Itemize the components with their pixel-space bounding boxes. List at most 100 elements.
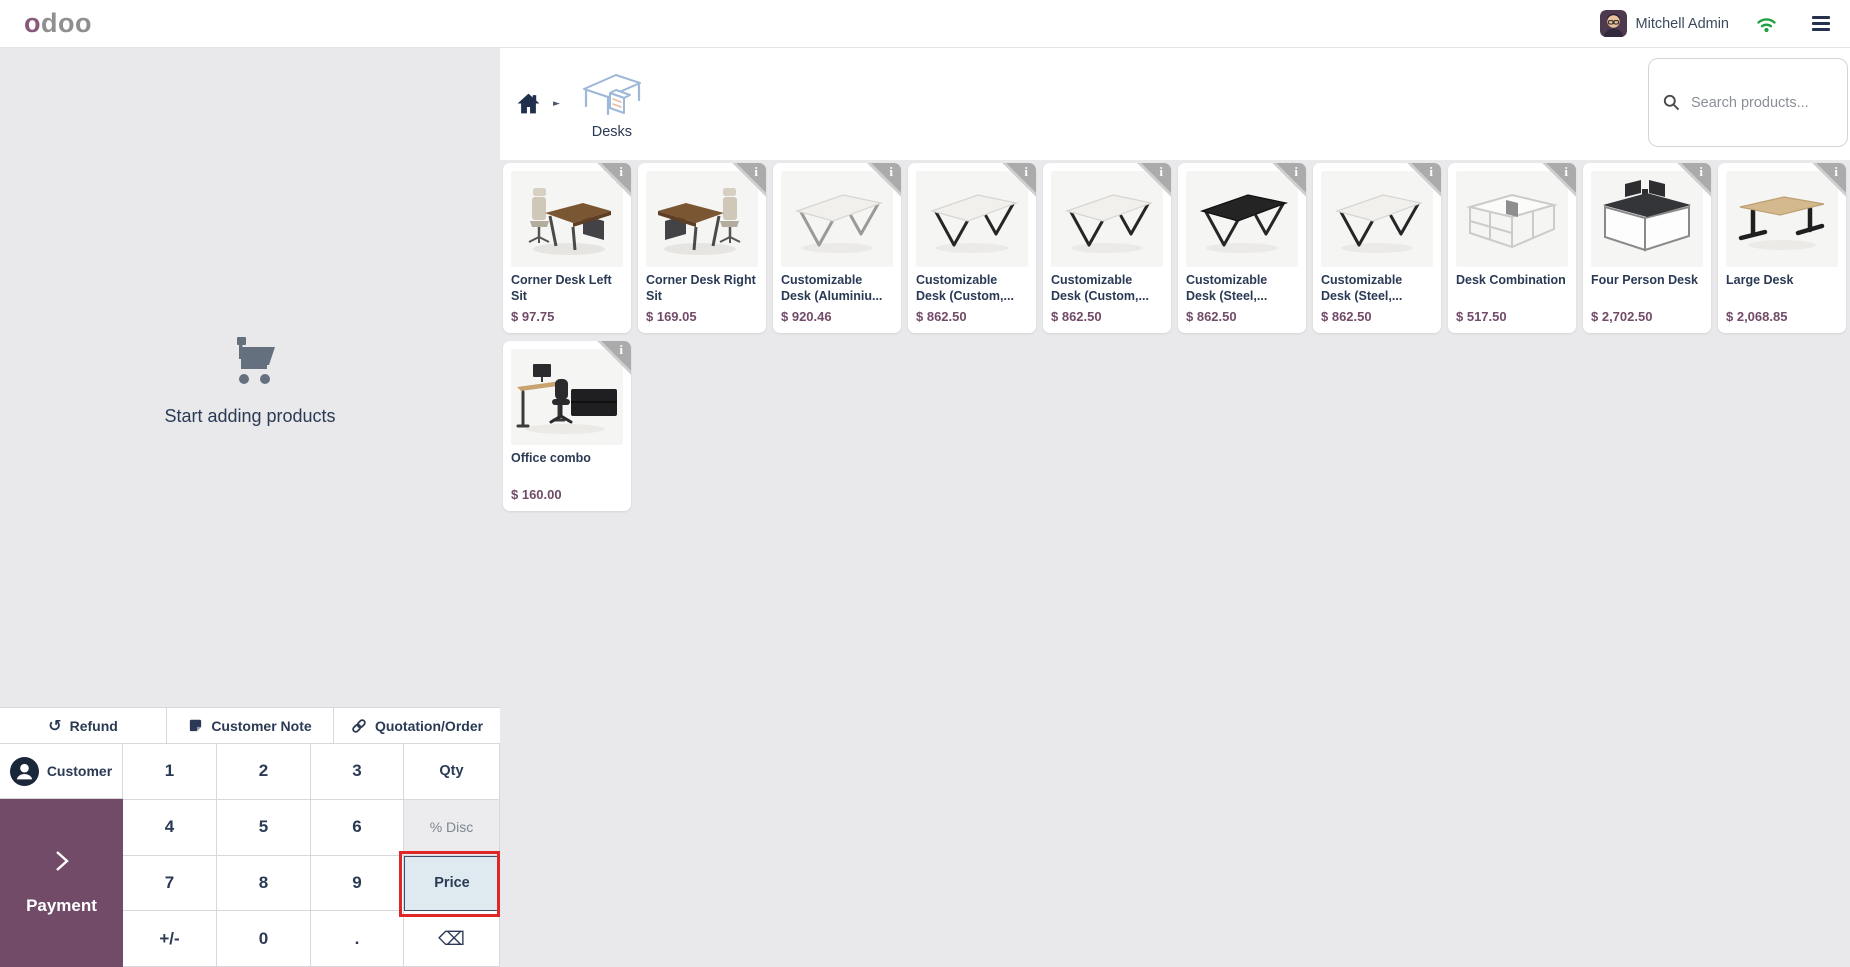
numpad-key-3[interactable]: 3: [311, 744, 404, 800]
product-card[interactable]: i Corner Desk Right Sit $ 169.05: [638, 163, 766, 333]
category-label: Desks: [591, 124, 633, 140]
payment-label: Payment: [26, 896, 97, 915]
customer-button[interactable]: Customer: [0, 744, 123, 799]
link-icon: [352, 718, 366, 733]
info-glyph: i: [889, 164, 893, 179]
numpad-key-1[interactable]: 1: [123, 744, 217, 800]
product-card[interactable]: i Customizable Desk (Aluminiu... $ 920.4…: [773, 163, 901, 333]
odoo-logo: odoo: [24, 10, 92, 37]
numpad-key-9[interactable]: 9: [311, 855, 404, 912]
product-price: $ 517.50: [1456, 309, 1507, 324]
numpad-key-plus-minus[interactable]: +/-: [123, 911, 217, 967]
quotation-order-label: Quotation/Order: [374, 717, 484, 734]
numpad-key-6[interactable]: 6: [311, 799, 404, 856]
product-price: $ 862.50: [1051, 309, 1102, 324]
customer-icon: [9, 756, 39, 786]
product-info-icon[interactable]: i: [1812, 163, 1846, 197]
product-price: $ 862.50: [1186, 309, 1237, 324]
product-info-icon[interactable]: i: [1407, 163, 1441, 197]
customer-label: Customer: [46, 763, 113, 779]
product-name: Corner Desk Right Sit: [646, 273, 756, 303]
numpad-area: Customer Payment 1 2 3 Qty 4 5 6 % Disc …: [0, 744, 500, 967]
product-info-icon[interactable]: i: [597, 163, 631, 197]
product-name: Customizable Desk (Custom,...: [1051, 273, 1149, 303]
shopping-cart-icon: [237, 337, 275, 384]
refund-label: Refund: [69, 717, 118, 734]
numpad-mode-qty[interactable]: Qty: [404, 744, 500, 800]
numpad-grid: 1 2 3 Qty 4 5 6 % Disc 7 8 9 Price +/- 0…: [123, 744, 500, 967]
product-price: $ 2,702.50: [1591, 309, 1653, 324]
empty-cart-message: Start adding products: [164, 406, 336, 426]
hamburger-menu-icon[interactable]: [1808, 12, 1834, 35]
info-glyph: i: [1564, 164, 1568, 179]
numpad-key-decimal[interactable]: .: [311, 911, 404, 967]
product-name: Desk Combination: [1456, 273, 1566, 287]
product-info-icon[interactable]: i: [867, 163, 901, 197]
numpad-backspace-key[interactable]: ⌫: [404, 911, 500, 967]
product-info-icon[interactable]: i: [732, 163, 766, 197]
product-price: $ 862.50: [1321, 309, 1372, 324]
info-glyph: i: [619, 342, 623, 357]
numpad-mode-discount[interactable]: % Disc: [404, 799, 500, 856]
quotation-order-button[interactable]: Quotation/Order: [334, 708, 500, 743]
products-header: ► Desks: [500, 47, 1850, 160]
product-name: Customizable Desk (Aluminiu...: [781, 273, 883, 303]
product-card[interactable]: i Corner Desk Left Sit $ 97.75: [503, 163, 631, 333]
numpad-key-8[interactable]: 8: [217, 855, 311, 912]
product-grid: i Corner Desk Left Sit $ 97.75 i Corner …: [500, 160, 1850, 967]
breadcrumb: ► Desks: [500, 47, 654, 160]
numpad-left-column: Customer Payment: [0, 744, 123, 967]
wifi-status-icon[interactable]: [1755, 15, 1778, 33]
numpad-key-0[interactable]: 0: [217, 911, 311, 967]
product-price: $ 2,068.85: [1726, 309, 1788, 324]
product-info-icon[interactable]: i: [1272, 163, 1306, 197]
chevron-right-icon: [55, 851, 69, 871]
search-input[interactable]: [1689, 93, 1843, 112]
note-icon: [190, 719, 202, 732]
numpad-key-4[interactable]: 4: [123, 799, 217, 856]
product-name: Customizable Desk (Steel,...: [1321, 273, 1403, 303]
product-name: Large Desk: [1726, 273, 1794, 287]
product-card[interactable]: i Desk Combination $ 517.50: [1448, 163, 1576, 333]
payment-button[interactable]: Payment: [0, 799, 123, 967]
product-card[interactable]: i Customizable Desk (Custom,... $ 862.50: [908, 163, 1036, 333]
info-glyph: i: [1429, 164, 1433, 179]
odoo-logo-doo: doo: [41, 8, 92, 38]
numpad-mode-price[interactable]: Price: [404, 855, 500, 912]
product-card[interactable]: i Large Desk $ 2,068.85: [1718, 163, 1846, 333]
home-category-button[interactable]: [512, 88, 545, 119]
product-info-icon[interactable]: i: [1677, 163, 1711, 197]
product-info-icon[interactable]: i: [1002, 163, 1036, 197]
info-glyph: i: [1834, 164, 1838, 179]
product-price: $ 169.05: [646, 309, 697, 324]
product-info-icon[interactable]: i: [1137, 163, 1171, 197]
product-info-icon[interactable]: i: [597, 341, 631, 375]
product-name: Office combo: [511, 451, 591, 465]
user-name[interactable]: Mitchell Admin: [1636, 16, 1729, 32]
refund-icon: ↺: [48, 715, 62, 735]
product-card[interactable]: i Four Person Desk $ 2,702.50: [1583, 163, 1711, 333]
topbar-right: Mitchell Admin: [1599, 0, 1850, 47]
numpad-key-2[interactable]: 2: [217, 744, 311, 800]
product-price: $ 160.00: [511, 487, 562, 502]
refund-button[interactable]: ↺ Refund: [0, 708, 167, 743]
product-price: $ 862.50: [916, 309, 967, 324]
product-card[interactable]: i Customizable Desk (Steel,... $ 862.50: [1178, 163, 1306, 333]
user-avatar[interactable]: [1599, 10, 1627, 37]
product-price: $ 920.46: [781, 309, 832, 324]
category-desks[interactable]: Desks: [570, 67, 654, 140]
product-card[interactable]: i Office combo $ 160.00: [503, 341, 631, 511]
info-glyph: i: [1159, 164, 1163, 179]
top-bar: odoo Mitchell Admin: [0, 0, 1850, 48]
numpad-key-5[interactable]: 5: [217, 799, 311, 856]
empty-cart-placeholder: Start adding products: [0, 335, 500, 427]
customer-note-button[interactable]: Customer Note: [167, 708, 334, 743]
order-panel: Start adding products ↺ Refund Customer …: [0, 47, 500, 967]
odoo-logo-o: o: [24, 8, 41, 38]
numpad-key-7[interactable]: 7: [123, 855, 217, 912]
product-card[interactable]: i Customizable Desk (Steel,... $ 862.50: [1313, 163, 1441, 333]
product-name: Corner Desk Left Sit: [511, 273, 612, 303]
product-card[interactable]: i Customizable Desk (Custom,... $ 862.50: [1043, 163, 1171, 333]
product-info-icon[interactable]: i: [1542, 163, 1576, 197]
info-glyph: i: [1699, 164, 1703, 179]
